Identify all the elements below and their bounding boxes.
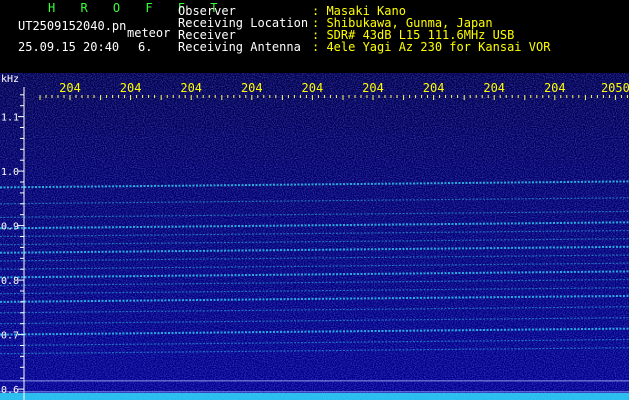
antenna-label: Receiving Antenna — [178, 40, 301, 54]
x-tick-label: 204 — [544, 81, 566, 95]
x-tick-label: 204 — [362, 81, 384, 95]
header-panel: H R O F F T UT2509152040.pn meteor 25.09… — [0, 0, 629, 73]
y-tick-label: 1.0 — [1, 167, 19, 178]
x-tick-label: 204 — [241, 81, 263, 95]
x-tick-label: 2050 — [601, 81, 629, 95]
x-tick-label: 204 — [302, 81, 324, 95]
tag-label: meteor — [127, 26, 171, 40]
x-tick-label: 204 — [423, 81, 445, 95]
spectrogram: 1.1 1.0 0.9 0.8 0.7 0.6 204 204 204 204 204 204 204 2… — [0, 73, 629, 400]
spectrogram-noise — [0, 73, 629, 400]
antenna-value: : 4ele Yagi Az 230 for Kansai VOR — [312, 40, 551, 54]
baseline-noise-strip — [0, 393, 629, 400]
y-axis-unit: kHz — [1, 74, 20, 85]
y-tick-label: 0.9 — [1, 222, 19, 233]
x-tick-label: 204 — [180, 81, 202, 95]
y-tick-label: 0.8 — [1, 276, 19, 287]
number-label: 6. — [138, 40, 153, 54]
y-tick-label: 0.7 — [1, 331, 19, 342]
file-name: UT2509152040.pn — [18, 19, 127, 33]
datetime: 25.09.15 20:40 — [18, 40, 120, 54]
y-tick-label: 1.1 — [1, 113, 19, 124]
x-tick-label: 204 — [120, 81, 142, 95]
x-tick-label: 204 — [59, 81, 81, 95]
x-tick-label: 204 — [483, 81, 505, 95]
y-tick-label: 0.6 — [1, 385, 19, 396]
